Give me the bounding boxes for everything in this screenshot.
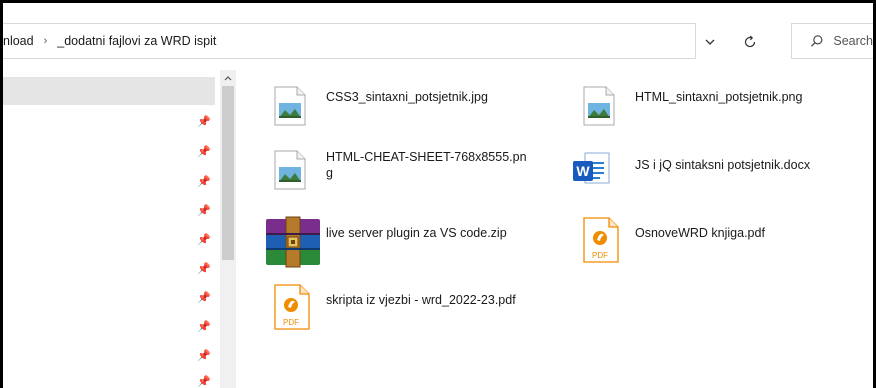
pdf-icon-label: PDF xyxy=(283,318,299,327)
svg-text:W: W xyxy=(576,163,590,179)
scrollbar-thumb[interactable] xyxy=(222,86,234,260)
pdf-file-icon: PDF xyxy=(274,284,310,330)
refresh-button[interactable] xyxy=(738,31,762,53)
pin-icon: 📌 xyxy=(197,176,211,188)
pin-icon: 📌 xyxy=(197,116,211,128)
pdf-file-icon: PDF xyxy=(583,217,619,263)
file-item[interactable]: W JS i jQ sintaksni potsjetnik.docx xyxy=(568,145,868,195)
pin-icon: 📌 xyxy=(197,321,211,333)
chevron-down-icon xyxy=(705,39,715,45)
file-name: live server plugin za VS code.zip xyxy=(326,226,507,240)
file-name-line-2: g xyxy=(326,166,333,180)
pin-icon: 📌 xyxy=(197,234,211,246)
chevron-up-icon xyxy=(224,75,232,80)
file-name: OsnoveWRD knjiga.pdf xyxy=(635,226,765,240)
file-name: HTML_sintaxni_potsjetnik.png xyxy=(635,90,803,104)
address-bar[interactable]: nload › _dodatni fajlovi za WRD ispit xyxy=(3,23,696,59)
file-name: CSS3_sintaxni_potsjetnik.jpg xyxy=(326,90,488,104)
file-item[interactable]: HTML_sintaxni_potsjetnik.png xyxy=(577,84,867,134)
file-name-line-1: HTML-CHEAT-SHEET-768x8555.pn xyxy=(326,150,527,164)
pin-icon: 📌 xyxy=(197,350,211,362)
file-name: skripta iz vjezbi - wrd_2022-23.pdf xyxy=(326,293,516,307)
word-document-icon: W xyxy=(573,152,610,184)
file-item[interactable]: PDF OsnoveWRD knjiga.pdf xyxy=(577,213,867,271)
pdf-icon-label: PDF xyxy=(592,251,608,260)
file-item[interactable]: live server plugin za VS code.zip xyxy=(260,213,560,269)
nav-pane-selected-item[interactable] xyxy=(3,77,215,105)
breadcrumb-separator: › xyxy=(43,35,48,47)
search-input[interactable]: Search xyxy=(833,34,873,48)
image-file-icon xyxy=(274,86,306,126)
window-top-border xyxy=(0,0,876,3)
pin-icon: 📌 xyxy=(197,146,211,158)
image-file-icon xyxy=(583,86,615,126)
breadcrumb-current-folder[interactable]: _dodatni fajlovi za WRD ispit xyxy=(57,34,216,48)
file-name: JS i jQ sintaksni potsjetnik.docx xyxy=(635,158,811,172)
search-icon xyxy=(810,35,823,47)
pin-icon: 📌 xyxy=(197,376,211,388)
image-file-icon xyxy=(274,150,306,190)
pin-icon: 📌 xyxy=(197,205,211,217)
address-history-dropdown-button[interactable] xyxy=(700,33,720,51)
refresh-icon xyxy=(744,35,756,48)
file-item[interactable]: CSS3_sintaxni_potsjetnik.jpg xyxy=(268,84,558,134)
file-item[interactable]: HTML-CHEAT-SHEET-768x8555.pn g xyxy=(268,145,558,195)
search-box[interactable]: Search xyxy=(791,23,873,59)
breadcrumb-download[interactable]: nload xyxy=(3,34,34,48)
scroll-up-button[interactable] xyxy=(220,72,236,84)
pin-icon: 📌 xyxy=(197,263,211,275)
winrar-archive-icon xyxy=(266,216,320,268)
pin-icon: 📌 xyxy=(197,292,211,304)
file-item[interactable]: PDF skripta iz vjezbi - wrd_2022-23.pdf xyxy=(268,280,568,338)
